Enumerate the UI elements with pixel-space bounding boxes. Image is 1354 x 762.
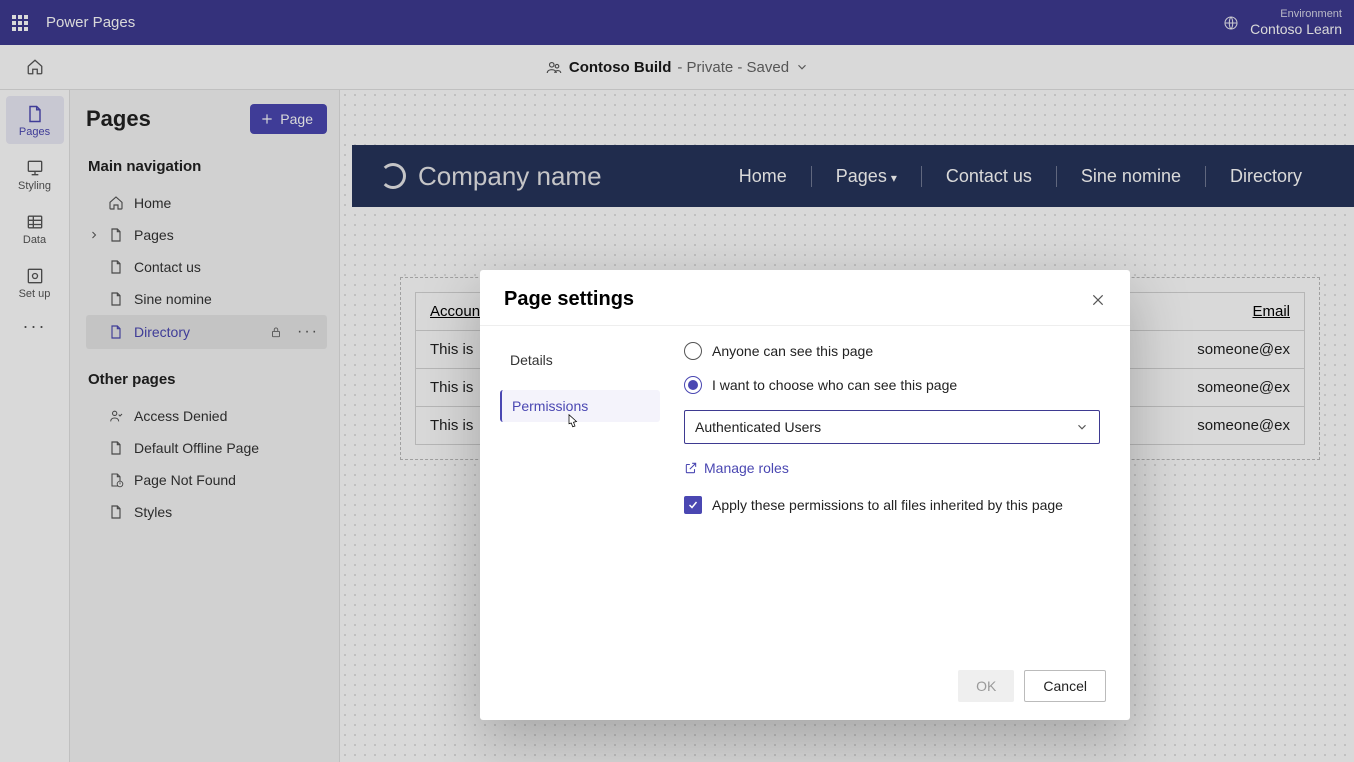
inherit-checkbox[interactable]: Apply these permissions to all files inh… — [684, 496, 1100, 514]
tab-details[interactable]: Details — [500, 344, 660, 376]
radio-icon — [684, 376, 702, 394]
link-label: Manage roles — [704, 460, 789, 476]
radio-label: I want to choose who can see this page — [712, 377, 957, 393]
chevron-down-icon — [1075, 420, 1089, 434]
modal-title: Page settings — [504, 288, 634, 311]
manage-roles-link[interactable]: Manage roles — [684, 460, 1100, 476]
radio-anyone[interactable]: Anyone can see this page — [684, 342, 1100, 360]
ok-button[interactable]: OK — [958, 670, 1014, 702]
modal-tabs: Details Permissions — [480, 326, 660, 670]
checkbox-label: Apply these permissions to all files inh… — [712, 497, 1063, 513]
page-settings-modal: Page settings Details Permissions Anyone… — [480, 270, 1130, 720]
cancel-button[interactable]: Cancel — [1024, 670, 1106, 702]
close-icon[interactable] — [1090, 292, 1106, 308]
select-value: Authenticated Users — [695, 419, 821, 435]
radio-label: Anyone can see this page — [712, 343, 873, 359]
roles-select[interactable]: Authenticated Users — [684, 410, 1100, 444]
radio-choose[interactable]: I want to choose who can see this page — [684, 376, 1100, 394]
radio-icon — [684, 342, 702, 360]
external-icon — [684, 461, 698, 475]
tab-permissions[interactable]: Permissions — [500, 390, 660, 422]
checkbox-icon — [684, 496, 702, 514]
